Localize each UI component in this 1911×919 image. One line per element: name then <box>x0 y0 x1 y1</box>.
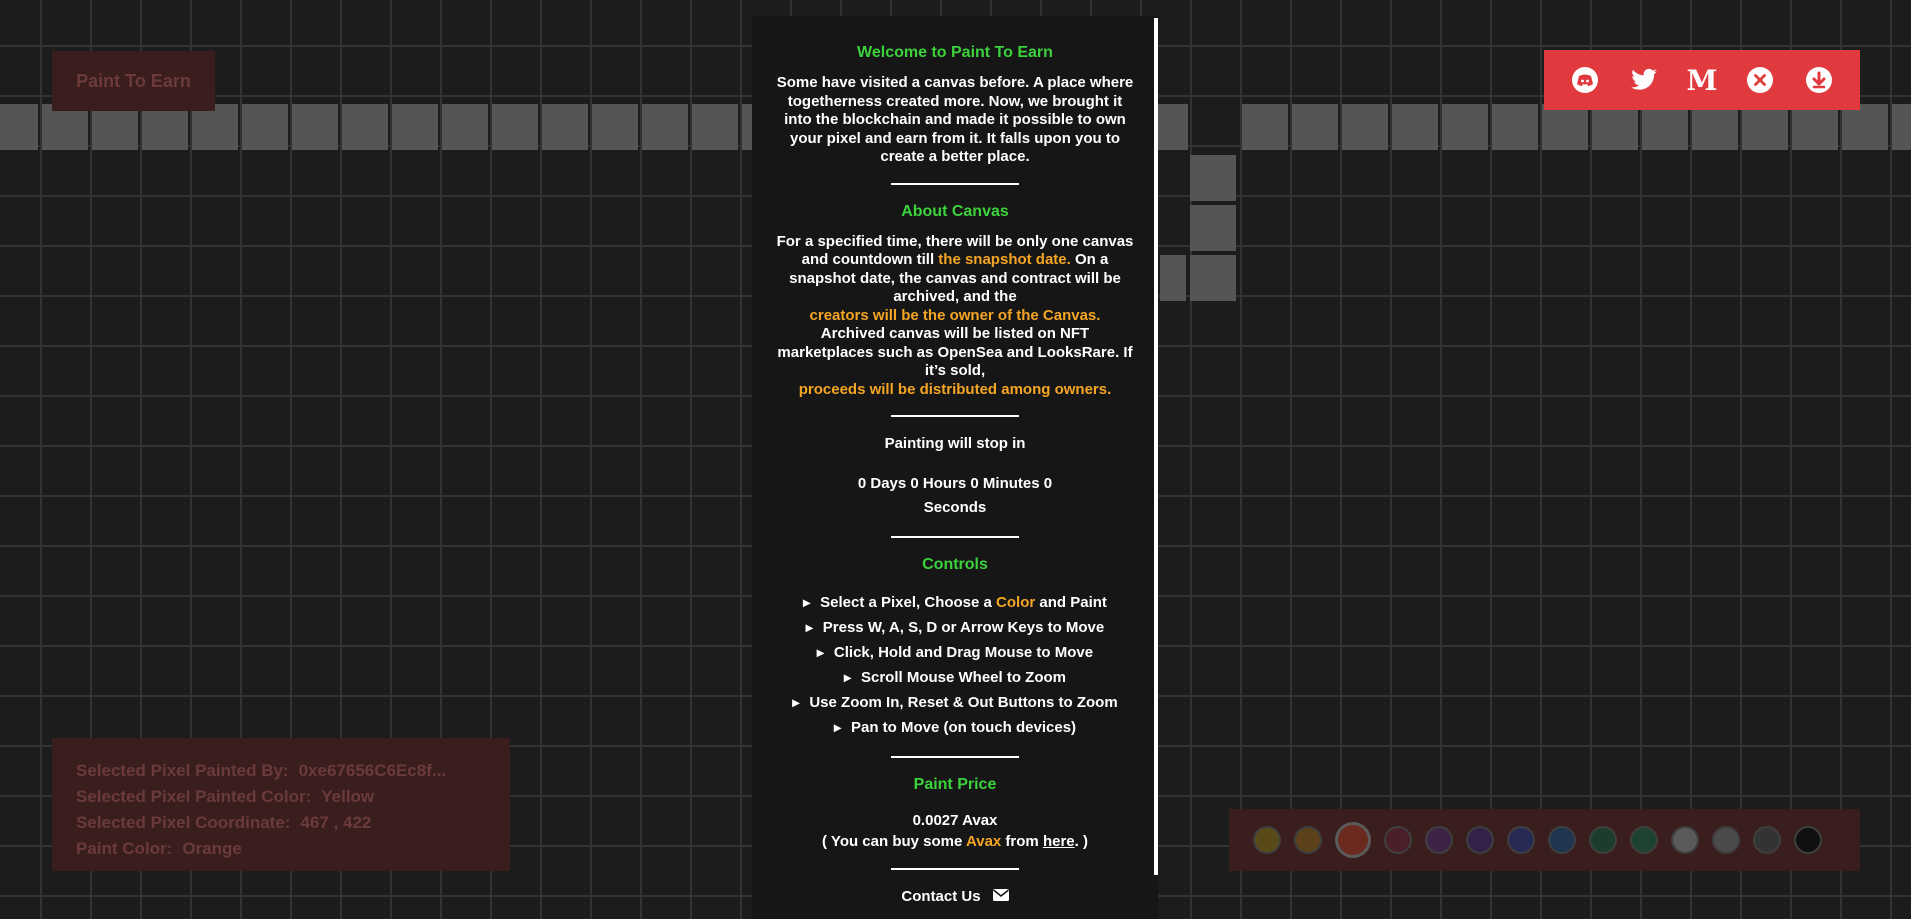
painted-pixel[interactable] <box>492 104 538 150</box>
contact-us-label: Contact Us <box>901 888 981 905</box>
color-swatch[interactable] <box>1630 826 1658 854</box>
countdown-value: 0 Days 0 Hours 0 Minutes 0 Seconds <box>857 474 1053 516</box>
divider <box>891 755 1019 758</box>
color-swatch[interactable] <box>1794 826 1822 854</box>
brand-logo[interactable]: Paint To Earn <box>52 51 215 111</box>
color-swatch[interactable] <box>1548 826 1576 854</box>
about-title: About Canvas <box>901 202 1009 220</box>
buy-note: ( You can buy some Avax from here. ) <box>822 832 1088 850</box>
welcome-title: Welcome to Paint To Earn <box>857 44 1053 61</box>
twitter-icon[interactable] <box>1628 64 1660 96</box>
painted-pixel[interactable] <box>1392 104 1438 150</box>
painted-pixel[interactable] <box>1592 104 1638 150</box>
painted-by-label: Selected Pixel Painted By: <box>76 761 289 780</box>
divider <box>891 867 1019 870</box>
about-text-3: Archived canvas will be listed on NFT ma… <box>777 325 1133 379</box>
painted-pixel[interactable] <box>692 104 738 150</box>
countdown-label: Painting will stop in <box>884 435 1026 452</box>
color-swatch[interactable] <box>1335 822 1371 858</box>
color-swatch[interactable] <box>1671 826 1699 854</box>
painted-pixel[interactable] <box>1442 104 1488 150</box>
color-palette <box>1229 809 1860 871</box>
control-item: Select a Pixel, Choose a Color and Paint <box>774 590 1136 615</box>
painted-pixel[interactable] <box>1342 104 1388 150</box>
control-item: Use Zoom In, Reset & Out Buttons to Zoom <box>774 690 1136 715</box>
painted-pixel[interactable] <box>542 104 588 150</box>
divider <box>891 535 1019 538</box>
color-swatch[interactable] <box>1253 826 1281 854</box>
paint-color-label: Paint Color: <box>76 839 173 858</box>
painted-pixel[interactable] <box>1292 104 1338 150</box>
divider <box>891 415 1019 417</box>
painted-pixel[interactable] <box>642 104 688 150</box>
coordinate-value: 467 , 422 <box>300 813 372 832</box>
price-value: 0.0027 Avax <box>912 811 998 829</box>
controls-title: Controls <box>922 555 988 573</box>
medium-icon[interactable]: M <box>1686 64 1718 97</box>
modal-scrollbar[interactable] <box>1154 18 1158 875</box>
paint-color-row: Paint Color: Orange <box>76 836 486 862</box>
painted-pixel[interactable] <box>0 104 38 150</box>
control-item: Press W, A, S, D or Arrow Keys to Move <box>774 615 1136 640</box>
control-item: Click, Hold and Drag Mouse to Move <box>774 640 1136 665</box>
welcome-text: Some have visited a canvas before. A pla… <box>776 74 1134 165</box>
paint-color-value: Orange <box>182 839 242 858</box>
painted-pixel[interactable] <box>1542 104 1588 150</box>
about-highlight-proceeds: proceeds will be distributed among owner… <box>798 380 1112 398</box>
about-text: For a specified time, there will be only… <box>774 233 1136 400</box>
painted-pixel[interactable] <box>1190 255 1236 301</box>
painted-pixel[interactable] <box>1892 104 1911 150</box>
divider <box>891 182 1019 185</box>
color-swatch[interactable] <box>1507 826 1535 854</box>
color-swatch[interactable] <box>1753 826 1781 854</box>
control-item: Scroll Mouse Wheel to Zoom <box>774 665 1136 690</box>
price-title: Paint Price <box>913 775 997 793</box>
painted-pixel[interactable] <box>1692 104 1738 150</box>
about-highlight-owner: creators will be the owner of the Canvas… <box>809 306 1101 324</box>
welcome-modal: Welcome to Paint To Earn Some have visit… <box>752 16 1158 919</box>
painted-pixel[interactable] <box>1492 104 1538 150</box>
painted-pixel[interactable] <box>1792 104 1838 150</box>
control-item: Pan to Move (on touch devices) <box>774 715 1136 740</box>
painted-pixel[interactable] <box>442 104 488 150</box>
painted-by-value: 0xe67656C6Ec8f... <box>298 761 447 780</box>
painted-pixel[interactable] <box>1642 104 1688 150</box>
envelope-icon <box>992 888 1009 906</box>
color-swatch[interactable] <box>1466 826 1494 854</box>
painted-pixel[interactable] <box>1242 104 1288 150</box>
painted-pixel[interactable] <box>1742 104 1788 150</box>
painted-pixel[interactable] <box>1842 104 1888 150</box>
painted-color-label: Selected Pixel Painted Color: <box>76 787 312 806</box>
close-icon[interactable] <box>1744 64 1776 96</box>
color-swatch[interactable] <box>1294 826 1322 854</box>
color-swatch[interactable] <box>1712 826 1740 854</box>
painted-pixel[interactable] <box>1190 155 1236 201</box>
color-swatch[interactable] <box>1425 826 1453 854</box>
selected-pixel-info-panel: Selected Pixel Painted By: 0xe67656C6Ec8f… <box>52 738 510 871</box>
social-toolbar: M <box>1544 50 1860 110</box>
painted-color-row: Selected Pixel Painted Color: Yellow <box>76 784 486 810</box>
brand-title: Paint To Earn <box>76 70 191 91</box>
controls-list: Select a Pixel, Choose a Color and Paint… <box>774 590 1136 740</box>
download-icon[interactable] <box>1803 64 1835 96</box>
color-swatch[interactable] <box>1589 826 1617 854</box>
coordinate-row: Selected Pixel Coordinate: 467 , 422 <box>76 810 486 836</box>
about-highlight-snapshot: the snapshot date. <box>938 251 1071 268</box>
painted-pixel[interactable] <box>1160 255 1186 301</box>
contact-us-link[interactable]: Contact Us <box>774 888 1136 906</box>
painted-color-value: Yellow <box>321 787 375 806</box>
painted-by-row: Selected Pixel Painted By: 0xe67656C6Ec8f… <box>76 758 486 784</box>
buy-avax-link[interactable]: here <box>1043 833 1075 850</box>
painted-pixel[interactable] <box>292 104 338 150</box>
painted-pixel[interactable] <box>392 104 438 150</box>
discord-icon[interactable] <box>1569 64 1601 96</box>
painted-pixel[interactable] <box>592 104 638 150</box>
painted-pixel[interactable] <box>1190 205 1236 251</box>
painted-pixel[interactable] <box>342 104 388 150</box>
color-swatch[interactable] <box>1384 826 1412 854</box>
coordinate-label: Selected Pixel Coordinate: <box>76 813 291 832</box>
painted-pixel[interactable] <box>242 104 288 150</box>
